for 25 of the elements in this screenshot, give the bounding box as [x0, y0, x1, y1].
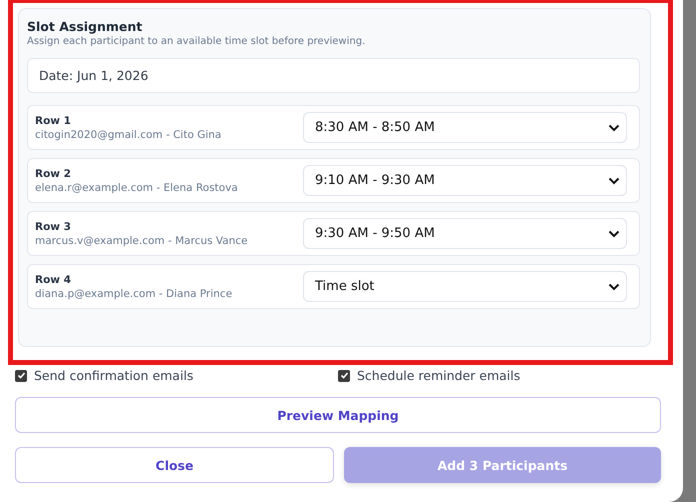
time-slot-select[interactable]: 9:30 AM - 9:50 AM — [303, 218, 627, 249]
participant-text: diana.p@example.com - Diana Prince — [35, 288, 232, 300]
row-label: Row 2 — [35, 168, 72, 180]
checkbox[interactable] — [338, 370, 350, 382]
chevron-down-icon — [608, 176, 620, 184]
row-label: Row 4 — [35, 274, 72, 286]
participant-text: elena.r@example.com - Elena Rostova — [35, 182, 238, 194]
checkbox-label: Send confirmation emails — [34, 368, 194, 383]
row-label: Row 3 — [35, 220, 72, 232]
date-field: Date: Jun 1, 2026 — [27, 58, 640, 93]
checkbox[interactable] — [15, 370, 27, 382]
time-slot-select[interactable]: Time slot — [303, 271, 627, 302]
time-slot-select[interactable]: 8:30 AM - 8:50 AM — [303, 112, 627, 143]
section-subtitle: Assign each participant to an available time slot before previewing. — [27, 36, 366, 47]
preview-mapping-button[interactable]: Preview Mapping — [15, 397, 661, 433]
chevron-down-icon — [608, 282, 620, 290]
chevron-down-icon — [608, 124, 620, 132]
time-slot-select[interactable]: 9:10 AM - 9:30 AM — [303, 165, 627, 196]
section-title: Slot Assignment — [27, 19, 144, 34]
checkbox-label: Schedule reminder emails — [357, 368, 520, 383]
close-button[interactable]: Close — [15, 447, 334, 483]
row-label: Row 1 — [35, 114, 72, 126]
participant-text: marcus.v@example.com - Marcus Vance — [35, 234, 248, 246]
chevron-down-icon — [608, 230, 620, 238]
participant-text: citogin2020@gmail.com - Cito Gina — [35, 128, 222, 140]
